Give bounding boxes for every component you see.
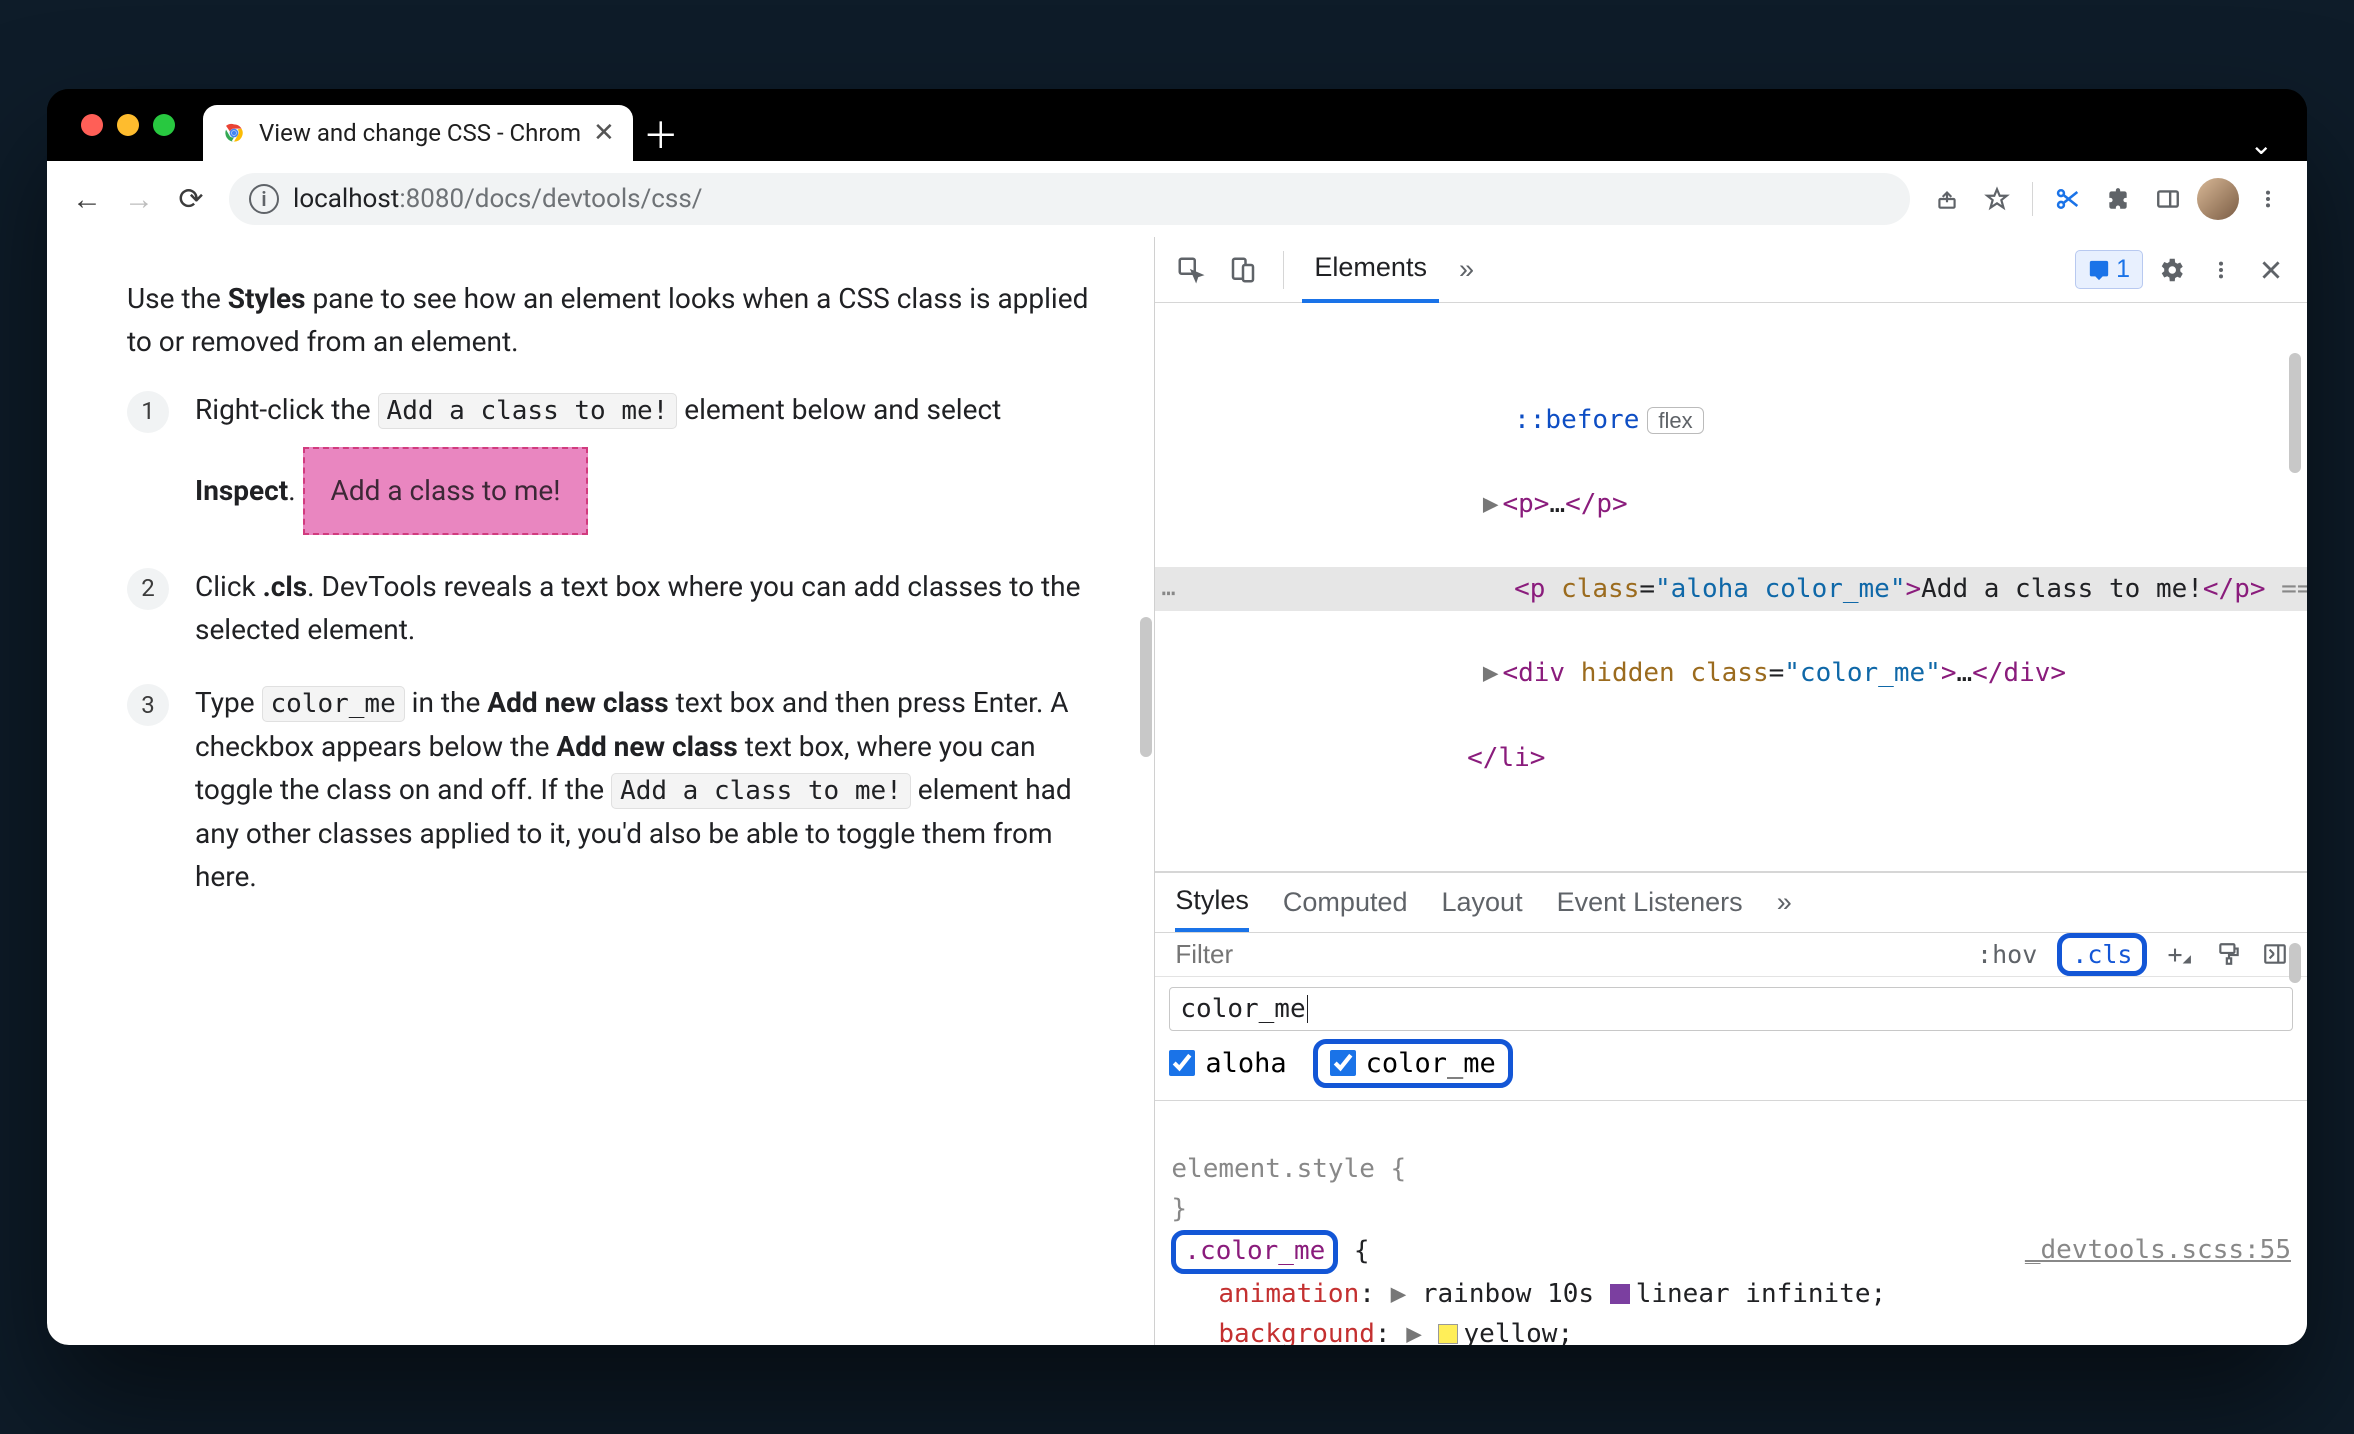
step-number: 1 — [127, 391, 169, 433]
step-body: Type color_me in the Add new class text … — [195, 681, 1094, 898]
computed-panel-icon[interactable] — [2257, 936, 2293, 972]
code-chip: color_me — [262, 686, 405, 722]
styles-toolbar: :hov .cls +◢ — [1155, 933, 2307, 977]
reload-button[interactable]: ⟳ — [169, 177, 213, 221]
close-tab-icon[interactable]: ✕ — [593, 118, 615, 148]
menu-icon[interactable] — [2247, 178, 2289, 220]
source-link[interactable]: _devtools.scss:55 — [2025, 1230, 2291, 1270]
browser-tab[interactable]: View and change CSS - Chrom ✕ — [203, 105, 633, 161]
tab-more[interactable]: » — [1777, 872, 1792, 932]
checkbox[interactable] — [1330, 1050, 1356, 1076]
browser-window: View and change CSS - Chrom ✕ ＋ ⌄ ← → ⟳ … — [47, 89, 2307, 1345]
minimize-window-button[interactable] — [117, 114, 139, 136]
step-number: 2 — [127, 568, 169, 610]
text-caret — [1307, 995, 1309, 1023]
device-toggle-icon[interactable] — [1221, 248, 1265, 292]
tab-event-listeners[interactable]: Event Listeners — [1557, 872, 1743, 932]
step-1: 1 Right-click the Add a class to me! ele… — [127, 388, 1094, 535]
tab-computed[interactable]: Computed — [1283, 872, 1408, 932]
close-window-button[interactable] — [81, 114, 103, 136]
address-bar[interactable]: i localhost:8080/docs/devtools/css/ — [229, 173, 1910, 225]
tab-layout[interactable]: Layout — [1442, 872, 1523, 932]
scissors-icon[interactable] — [2047, 178, 2089, 220]
separator — [1283, 251, 1284, 289]
add-class-input[interactable]: color_me — [1169, 987, 2293, 1031]
issues-badge[interactable]: 1 — [2075, 250, 2143, 289]
class-checkbox-color-me[interactable]: color_me — [1313, 1039, 1513, 1088]
code-chip: Add a class to me! — [378, 393, 678, 429]
scrollbar[interactable] — [1140, 617, 1152, 757]
css-rules[interactable]: element.style { } .color_me {_devtools.s… — [1155, 1101, 2307, 1345]
step-body: Click .cls. DevTools reveals a text box … — [195, 565, 1094, 652]
bezier-swatch[interactable] — [1610, 1284, 1630, 1304]
url: localhost:8080/docs/devtools/css/ — [293, 184, 702, 214]
steps-list: 1 Right-click the Add a class to me! ele… — [127, 388, 1094, 899]
chrome-icon — [221, 120, 247, 146]
new-style-rule-button[interactable]: +◢ — [2157, 936, 2201, 973]
extensions-icon[interactable] — [2097, 178, 2139, 220]
close-devtools-icon[interactable] — [2249, 248, 2293, 292]
forward-button[interactable]: → — [117, 177, 161, 221]
selected-dom-node: <p class="aloha color_me">Add a class to… — [1155, 567, 2307, 611]
dom-tree[interactable]: ::beforeflex ▶<p>…</p> <p class="aloha c… — [1155, 303, 2307, 871]
back-button[interactable]: ← — [65, 177, 109, 221]
step-2: 2 Click .cls. DevTools reveals a text bo… — [127, 565, 1094, 652]
step-number: 3 — [127, 684, 169, 726]
tab-title: View and change CSS - Chrom — [259, 119, 581, 147]
content-area: Use the Styles pane to see how an elemen… — [47, 237, 2307, 1345]
hov-toggle[interactable]: :hov — [1967, 936, 2047, 973]
site-info-icon[interactable]: i — [249, 184, 279, 214]
step-body: Right-click the Add a class to me! eleme… — [195, 388, 1094, 535]
devtools-tabbar: Elements » 1 — [1155, 237, 2307, 303]
settings-icon[interactable] — [2149, 248, 2193, 292]
new-tab-button[interactable]: ＋ — [633, 105, 689, 161]
devtools-panel: Elements » 1 — [1154, 237, 2307, 1345]
demo-element[interactable]: Add a class to me! — [303, 447, 589, 534]
window-controls — [67, 89, 203, 161]
tab-overflow-icon[interactable]: ⌄ — [2250, 128, 2287, 161]
scrollbar[interactable] — [2289, 943, 2301, 983]
bookmark-icon[interactable] — [1976, 178, 2018, 220]
tab-styles[interactable]: Styles — [1175, 872, 1249, 932]
cls-toggle[interactable]: .cls — [2057, 933, 2147, 976]
separator — [2032, 182, 2033, 216]
filter-input[interactable] — [1169, 933, 1957, 976]
tab-more[interactable]: » — [1447, 237, 1486, 303]
inspect-icon[interactable] — [1169, 248, 1213, 292]
step-3: 3 Type color_me in the Add new class tex… — [127, 681, 1094, 898]
side-panel-icon[interactable] — [2147, 178, 2189, 220]
intro-paragraph: Use the Styles pane to see how an elemen… — [127, 277, 1094, 364]
checkbox[interactable] — [1169, 1050, 1195, 1076]
toolbar: ← → ⟳ i localhost:8080/docs/devtools/css… — [47, 161, 2307, 237]
webpage: Use the Styles pane to see how an elemen… — [47, 237, 1154, 1345]
styles-subtabs: Styles Computed Layout Event Listeners » — [1155, 873, 2307, 933]
scrollbar[interactable] — [2289, 353, 2301, 473]
share-icon[interactable] — [1926, 178, 1968, 220]
profile-avatar[interactable] — [2197, 178, 2239, 220]
paint-icon[interactable] — [2211, 936, 2247, 972]
code-chip: Add a class to me! — [611, 773, 911, 809]
element-classes-panel: color_me aloha color_me — [1155, 977, 2307, 1101]
class-checkbox-aloha[interactable]: aloha — [1169, 1048, 1286, 1079]
maximize-window-button[interactable] — [153, 114, 175, 136]
color-swatch[interactable] — [1438, 1324, 1458, 1344]
tab-strip: View and change CSS - Chrom ✕ ＋ ⌄ — [47, 89, 2307, 161]
tab-elements[interactable]: Elements — [1302, 237, 1439, 303]
more-icon[interactable] — [2199, 248, 2243, 292]
